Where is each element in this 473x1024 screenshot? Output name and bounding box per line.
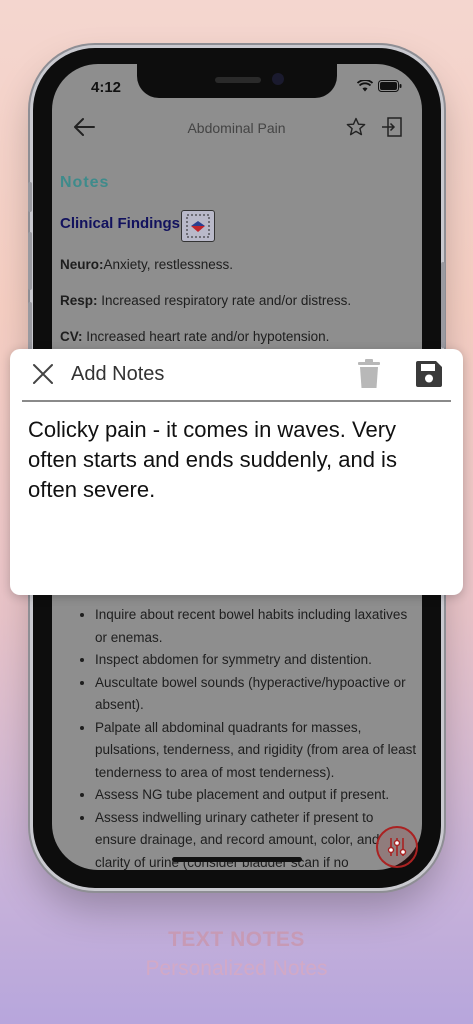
list-item: Assess NG tube placement and output if p… — [95, 784, 418, 807]
finding-label: CV: — [60, 329, 83, 344]
add-notes-modal: Add Notes Colicky pain - it comes in wav… — [10, 349, 463, 595]
promo-title: TEXT NOTES — [168, 928, 305, 951]
list-item: Assess indwelling urinary catheter if pr… — [95, 807, 418, 875]
power-button — [441, 262, 445, 348]
status-time: 4:12 — [91, 79, 122, 96]
note-text-area[interactable]: Colicky pain - it comes in waves. Very o… — [28, 415, 448, 505]
save-icon[interactable] — [414, 359, 444, 389]
section-title: Notes — [60, 174, 110, 191]
clinical-findings-title: Clinical Findings — [60, 215, 181, 232]
finding-label: Resp: — [60, 293, 98, 308]
wifi-icon — [357, 80, 373, 92]
list-item: Inquire about recent bowel habits includ… — [95, 604, 418, 649]
finding-resp: Resp: Increased respiratory rate and/or … — [60, 293, 351, 308]
star-icon[interactable] — [346, 117, 366, 137]
finding-text: Increased heart rate and/or hypotension. — [82, 329, 330, 344]
finding-text: Increased respiratory rate and/or distre… — [97, 293, 352, 308]
body-systems-icon[interactable] — [181, 210, 215, 242]
volume-up-button — [28, 232, 32, 290]
trash-icon[interactable] — [357, 359, 381, 389]
status-icons — [352, 80, 402, 92]
settings-fab[interactable] — [376, 826, 418, 868]
list-item: Auscultate bowel sounds (hyperactive/hyp… — [95, 672, 418, 717]
body-systems-graphic — [186, 214, 210, 238]
front-camera — [272, 73, 284, 85]
finding-label: Neuro: — [60, 257, 104, 272]
close-icon[interactable] — [32, 363, 54, 385]
finding-text: Anxiety, restlessness. — [103, 257, 234, 272]
finding-cv: CV: Increased heart rate and/or hypotens… — [60, 329, 329, 344]
modal-title: Add Notes — [71, 363, 165, 385]
speaker — [215, 77, 261, 83]
battery-icon — [378, 80, 402, 92]
modal-header: Add Notes — [10, 349, 463, 401]
list-item: Inspect abdomen for symmetry and distent… — [95, 649, 418, 672]
sliders-icon — [387, 838, 407, 856]
home-indicator[interactable] — [172, 857, 302, 862]
finding-neuro: Neuro:Anxiety, restlessness. — [60, 257, 233, 272]
promo-subtitle: Personalized Notes — [145, 957, 328, 980]
list-item: Palpate all abdominal quadrants for mass… — [95, 717, 418, 785]
modal-divider — [22, 400, 451, 402]
exit-icon[interactable] — [381, 117, 403, 137]
assessment-list: Inquire about recent bowel habits includ… — [78, 604, 418, 874]
mute-switch — [28, 182, 32, 212]
